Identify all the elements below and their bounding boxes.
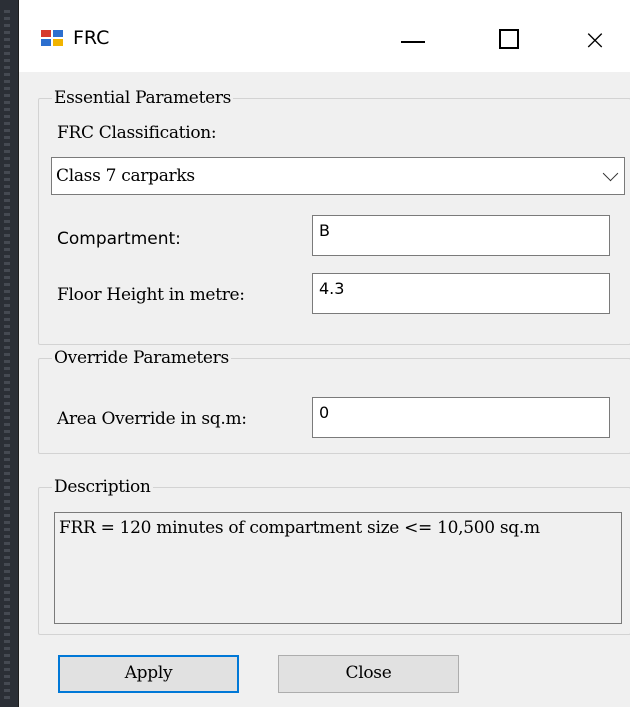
minimize-button[interactable] xyxy=(381,14,445,64)
maximize-icon xyxy=(499,29,519,49)
frc-classification-label: FRC Classification: xyxy=(57,123,217,143)
floor-height-label: Floor Height in metre: xyxy=(57,285,245,305)
apply-button[interactable]: Apply xyxy=(58,655,239,693)
description-text[interactable]: FRR = 120 minutes of compartment size <=… xyxy=(54,512,622,624)
frc-classification-select[interactable]: Class 7 carparks xyxy=(51,157,625,195)
essential-parameters-legend: Essential Parameters xyxy=(54,88,232,108)
chevron-down-icon[interactable] xyxy=(602,165,619,182)
frc-window: FRC × Essential Parameters FRC Classific… xyxy=(18,0,630,707)
title-bar[interactable]: FRC × xyxy=(19,0,630,72)
close-icon: × xyxy=(583,22,607,56)
desktop-edge xyxy=(0,0,18,707)
close-window-button[interactable]: × xyxy=(563,14,627,64)
frc-classification-value: Class 7 carparks xyxy=(56,166,195,186)
app-icon xyxy=(41,30,63,46)
minimize-icon xyxy=(401,41,425,43)
floor-height-input[interactable]: 4.3 xyxy=(312,273,610,314)
area-override-input[interactable]: 0 xyxy=(312,397,610,438)
desktop-edge-pattern xyxy=(4,10,10,700)
description-legend: Description xyxy=(54,477,151,497)
close-button[interactable]: Close xyxy=(278,655,459,693)
maximize-button[interactable] xyxy=(477,14,541,64)
area-override-label: Area Override in sq.m: xyxy=(57,409,247,429)
window-title: FRC xyxy=(73,27,110,49)
compartment-label: Compartment: xyxy=(57,229,181,249)
override-parameters-legend: Override Parameters xyxy=(54,348,229,368)
compartment-input[interactable]: B xyxy=(312,215,610,256)
